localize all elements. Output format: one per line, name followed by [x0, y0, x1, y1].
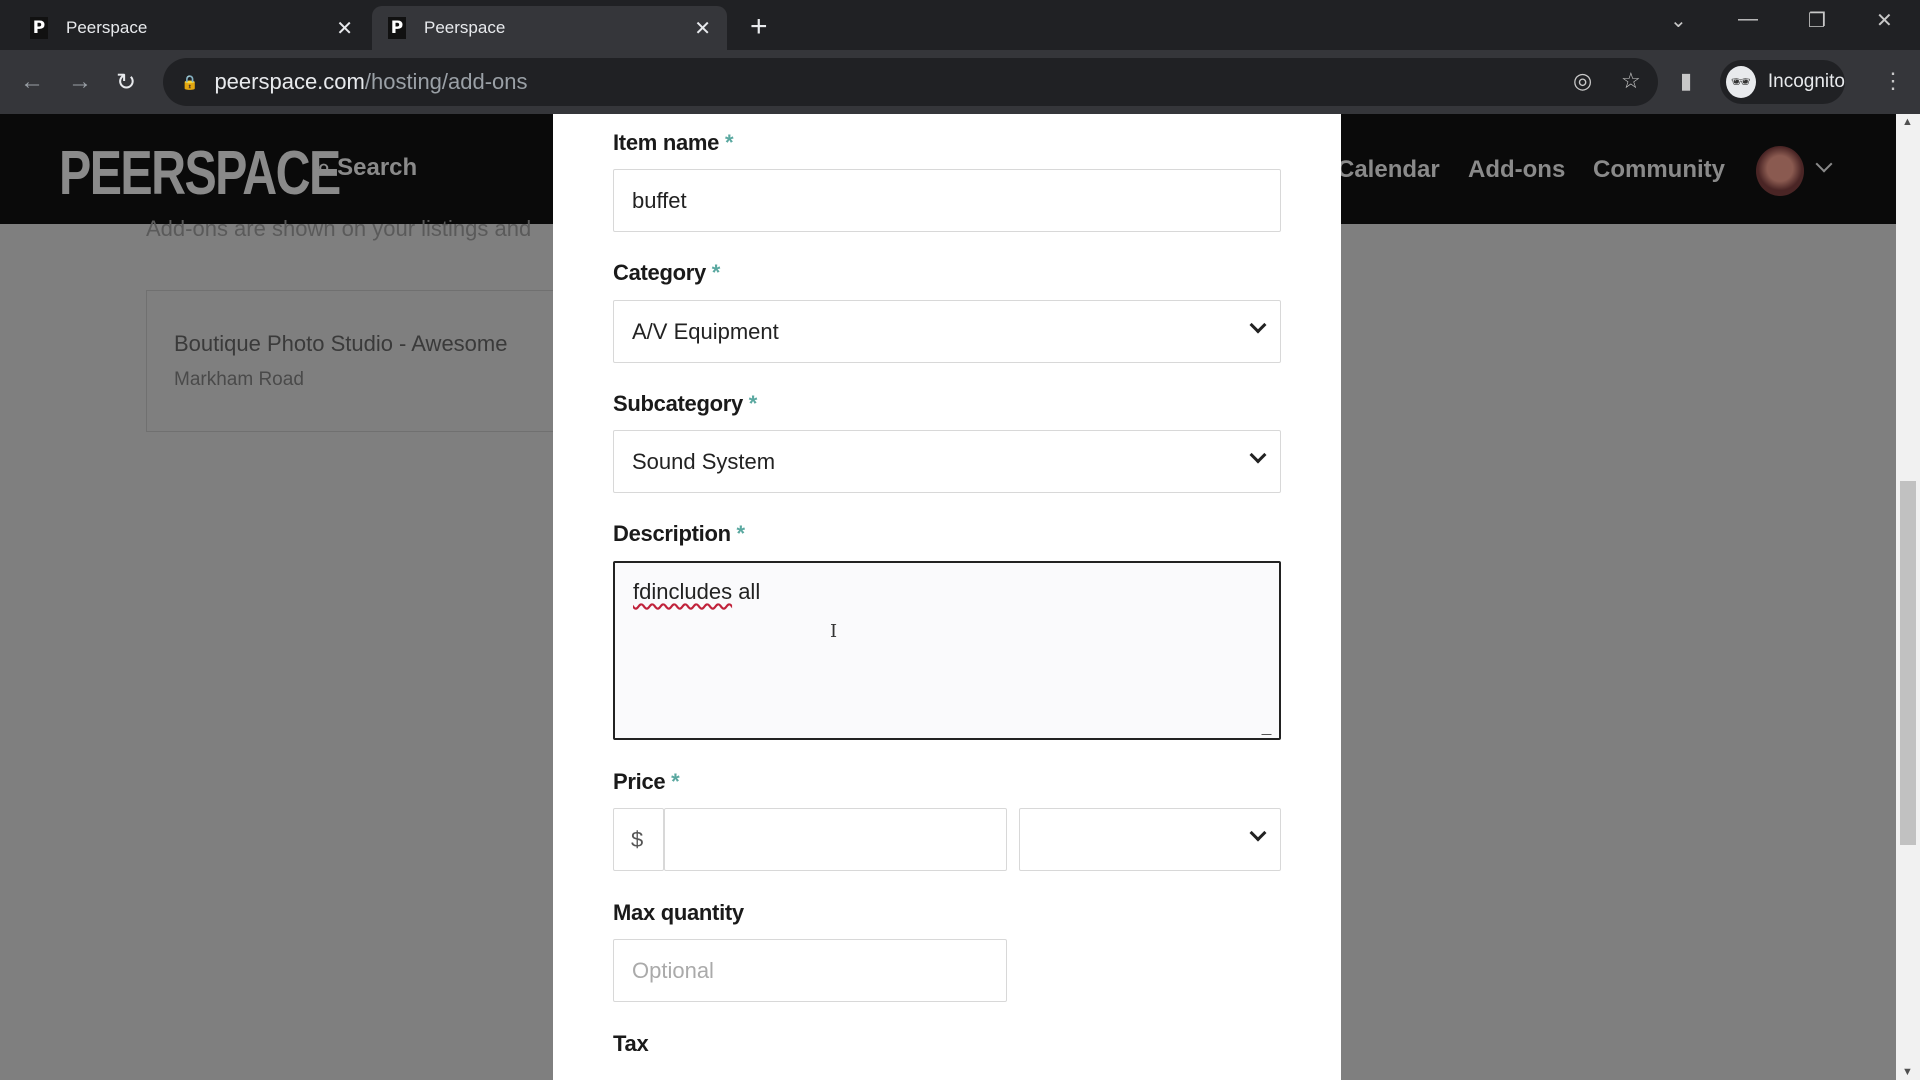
peerspace-favicon: P — [30, 17, 48, 39]
nav-calendar[interactable]: Calendar — [1337, 156, 1440, 184]
scroll-up-icon[interactable]: ▲ — [1902, 116, 1913, 128]
url-bar[interactable]: 🔒 peerspace.com/hosting/add-ons ◎ ☆ — [163, 58, 1658, 106]
browser-tab-bar: P Peerspace ✕ P Peerspace ✕ + ⌄ — ❐ ✕ — [0, 0, 1920, 50]
price-input[interactable] — [664, 808, 1007, 871]
add-on-modal: Item name * buffet Category * A/V Equipm… — [553, 114, 1341, 1080]
new-tab-icon[interactable]: + — [750, 10, 768, 44]
category-label: Category * — [613, 260, 721, 285]
price-unit-select[interactable] — [1019, 808, 1281, 871]
max-quantity-input[interactable]: Optional — [613, 939, 1007, 1002]
incognito-profile-button[interactable]: 🕶 Incognito — [1720, 60, 1845, 104]
chevron-down-icon — [1249, 446, 1267, 464]
item-name-label: Item name * — [613, 130, 734, 155]
lock-icon: 🔒 — [181, 73, 199, 90]
peerspace-favicon: P — [388, 17, 406, 39]
url-host: peerspace.com — [214, 69, 365, 94]
chevron-down-icon[interactable] — [1815, 155, 1833, 173]
page-scrollbar[interactable]: ▲ ▼ — [1896, 114, 1920, 1080]
category-value: A/V Equipment — [632, 318, 779, 344]
search-icon: ⌕ — [317, 154, 338, 181]
peerspace-logo[interactable]: PEERSPACE — [59, 138, 341, 209]
search-label: Search — [337, 154, 418, 181]
tab-title: Peerspace — [424, 18, 506, 37]
forward-icon[interactable]: → — [68, 68, 92, 96]
listing-card[interactable]: Boutique Photo Studio - Awesome Markham … — [146, 290, 576, 432]
nav-community[interactable]: Community — [1593, 156, 1725, 184]
listing-title: Boutique Photo Studio - Awesome — [174, 331, 508, 356]
max-quantity-label: Max quantity — [613, 900, 744, 925]
page-subtitle: Add-ons are shown on your listings and — [146, 216, 532, 241]
misspelled-word: fdincludes — [633, 579, 733, 604]
side-panel-icon[interactable]: ▮ — [1680, 68, 1692, 94]
close-window-icon[interactable]: ✕ — [1876, 8, 1893, 33]
tab-title: Peerspace — [66, 18, 148, 37]
chevron-down-icon — [1249, 824, 1267, 842]
tracking-protection-eye-off-icon[interactable]: ◎ — [1573, 68, 1592, 94]
scrollbar-thumb[interactable] — [1900, 481, 1916, 845]
profile-label: Incognito — [1767, 71, 1845, 92]
description-text: all — [732, 579, 761, 604]
minimize-icon[interactable]: — — [1738, 8, 1758, 31]
description-textarea[interactable]: fdincludes all I — [613, 561, 1281, 740]
url-path: /hosting/add-ons — [364, 69, 528, 94]
tax-label: Tax — [613, 1031, 649, 1056]
subcategory-value: Sound System — [632, 448, 776, 474]
browser-menu-icon[interactable]: ⋮ — [1882, 68, 1904, 94]
restore-icon[interactable]: ❐ — [1808, 8, 1826, 33]
resize-handle-icon[interactable] — [1261, 725, 1281, 735]
subcategory-label: Subcategory * — [613, 391, 758, 416]
text-cursor-icon: I — [830, 621, 838, 642]
scroll-down-icon[interactable]: ▼ — [1902, 1066, 1913, 1078]
back-icon[interactable]: ← — [20, 68, 44, 96]
incognito-icon: 🕶 — [1726, 66, 1756, 98]
subcategory-select[interactable]: Sound System — [613, 430, 1281, 493]
price-label: Price * — [613, 769, 680, 794]
category-select[interactable]: A/V Equipment — [613, 300, 1281, 363]
address-toolbar: ← → ↻ 🔒 peerspace.com/hosting/add-ons ◎ … — [0, 50, 1920, 114]
close-tab-icon[interactable]: ✕ — [694, 16, 711, 41]
search-link[interactable]: ⌕ Search — [317, 154, 417, 182]
browser-tab[interactable]: P Peerspace ✕ — [14, 6, 369, 50]
listing-subtitle: Markham Road — [174, 369, 304, 390]
currency-prefix: $ — [613, 808, 664, 871]
item-name-input[interactable]: buffet — [613, 169, 1281, 232]
description-label: Description * — [613, 521, 745, 546]
reload-icon[interactable]: ↻ — [116, 68, 136, 97]
browser-tab-active[interactable]: P Peerspace ✕ — [372, 6, 727, 50]
tab-search-icon[interactable]: ⌄ — [1670, 8, 1687, 33]
nav-add-ons[interactable]: Add-ons — [1468, 156, 1565, 184]
bookmark-star-icon[interactable]: ☆ — [1621, 68, 1641, 94]
chevron-down-icon — [1249, 316, 1267, 334]
close-tab-icon[interactable]: ✕ — [336, 16, 353, 41]
user-avatar[interactable] — [1756, 146, 1804, 196]
